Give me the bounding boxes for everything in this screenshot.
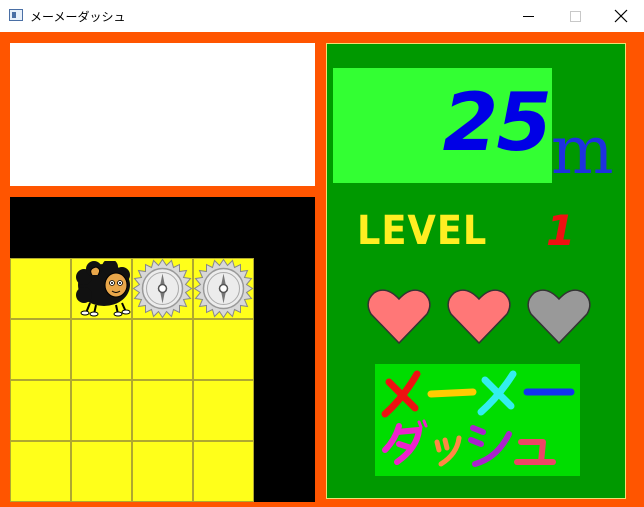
floor-tile xyxy=(132,319,193,380)
maximize-button[interactable] xyxy=(552,0,598,32)
play-field[interactable] xyxy=(10,197,315,502)
floor-tile xyxy=(193,441,254,502)
minimize-button[interactable] xyxy=(506,0,552,32)
app-icon xyxy=(9,9,23,21)
floor-tile xyxy=(71,319,132,380)
floor-tile xyxy=(10,258,71,319)
message-box xyxy=(10,43,315,186)
level-label: LEVEL xyxy=(357,208,488,254)
floor-tile xyxy=(193,380,254,441)
floor-tile xyxy=(132,380,193,441)
floor-tile xyxy=(71,441,132,502)
game-logo xyxy=(375,364,580,476)
floor-tile xyxy=(10,380,71,441)
saw-blade-icon xyxy=(132,258,193,319)
floor-tile xyxy=(71,380,132,441)
game-logo-art xyxy=(381,370,575,467)
saw-blade-icon xyxy=(193,258,254,319)
floor-tile xyxy=(10,441,71,502)
level-value: 1 xyxy=(546,206,576,255)
close-icon xyxy=(614,9,628,23)
window-title: メーメーダッシュ xyxy=(30,10,126,24)
heart-empty-icon xyxy=(527,289,591,345)
floor-tile xyxy=(132,441,193,502)
maximize-icon xyxy=(570,11,581,22)
minimize-icon xyxy=(523,16,534,17)
floor-tile xyxy=(10,319,71,380)
close-button[interactable] xyxy=(598,0,644,32)
heart-full-icon xyxy=(447,289,511,345)
floor-tile xyxy=(193,319,254,380)
sheep-player-icon xyxy=(76,261,131,317)
distance-unit: m xyxy=(551,112,614,189)
heart-full-icon xyxy=(367,289,431,345)
title-bar: メーメーダッシュ xyxy=(0,0,644,32)
distance-value: 25 xyxy=(442,76,552,169)
